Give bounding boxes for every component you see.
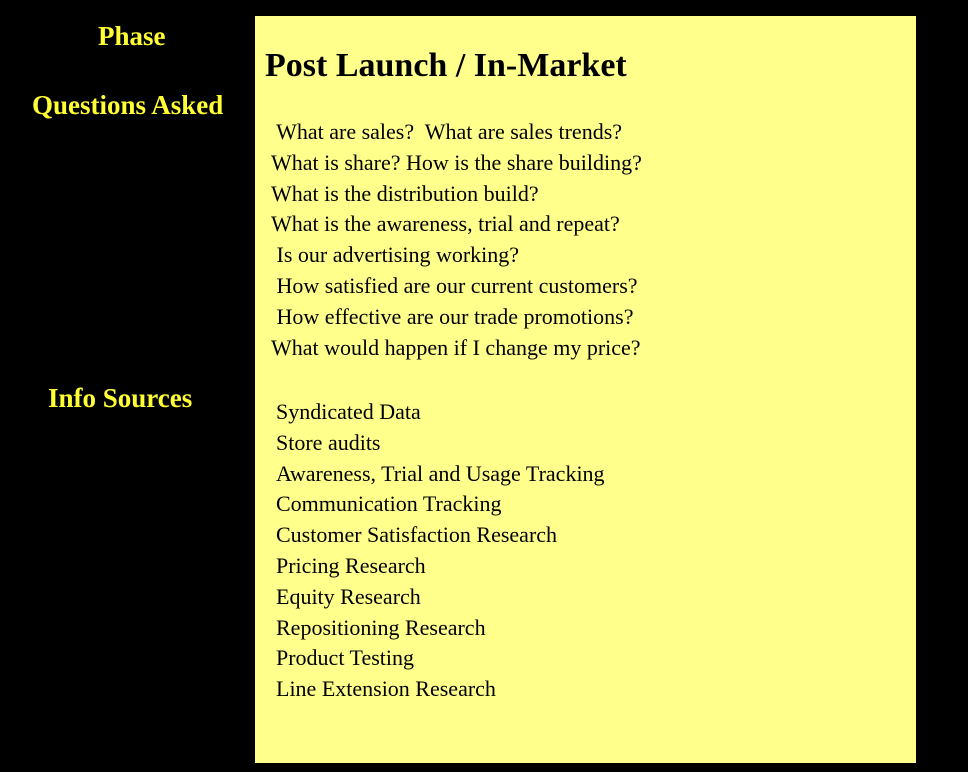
source-item: Product Testing <box>276 645 414 671</box>
phase-title: Post Launch / In-Market <box>265 47 627 84</box>
source-item: Syndicated Data <box>276 399 421 424</box>
source-item: Awareness, Trial and Usage Tracking <box>276 460 605 486</box>
phase-label: Phase <box>98 21 166 51</box>
question-item: How effective are our trade promotions? <box>271 303 634 329</box>
questions-asked-label: Questions Asked <box>32 90 224 120</box>
question-item: What are sales? What are sales trends? <box>271 119 623 144</box>
questions-list: What are sales? What are sales trends? W… <box>271 117 642 363</box>
question-item: What is share? How is the share building… <box>271 149 642 175</box>
source-item: Customer Satisfaction Research <box>276 522 558 548</box>
source-item: Equity Research <box>276 583 421 609</box>
source-item: Pricing Research <box>276 552 426 578</box>
question-item: What is the distribution build? <box>271 180 539 206</box>
source-item: Communication Tracking <box>276 491 502 517</box>
source-item: Repositioning Research <box>276 614 486 640</box>
question-item: What would happen if I change my price? <box>271 334 641 360</box>
source-item: Store audits <box>276 429 381 455</box>
question-item: How satisfied are our current customers? <box>271 272 638 298</box>
question-item: Is our advertising working? <box>271 242 520 268</box>
content-panel: Post Launch / In-Market What are sales? … <box>255 16 916 763</box>
info-sources-label: Info Sources <box>48 383 193 413</box>
source-item: Line Extension Research <box>276 676 496 702</box>
question-item: What is the awareness, trial and repeat? <box>271 211 620 237</box>
info-sources-list: Syndicated Data Store audits Awareness, … <box>276 397 605 705</box>
